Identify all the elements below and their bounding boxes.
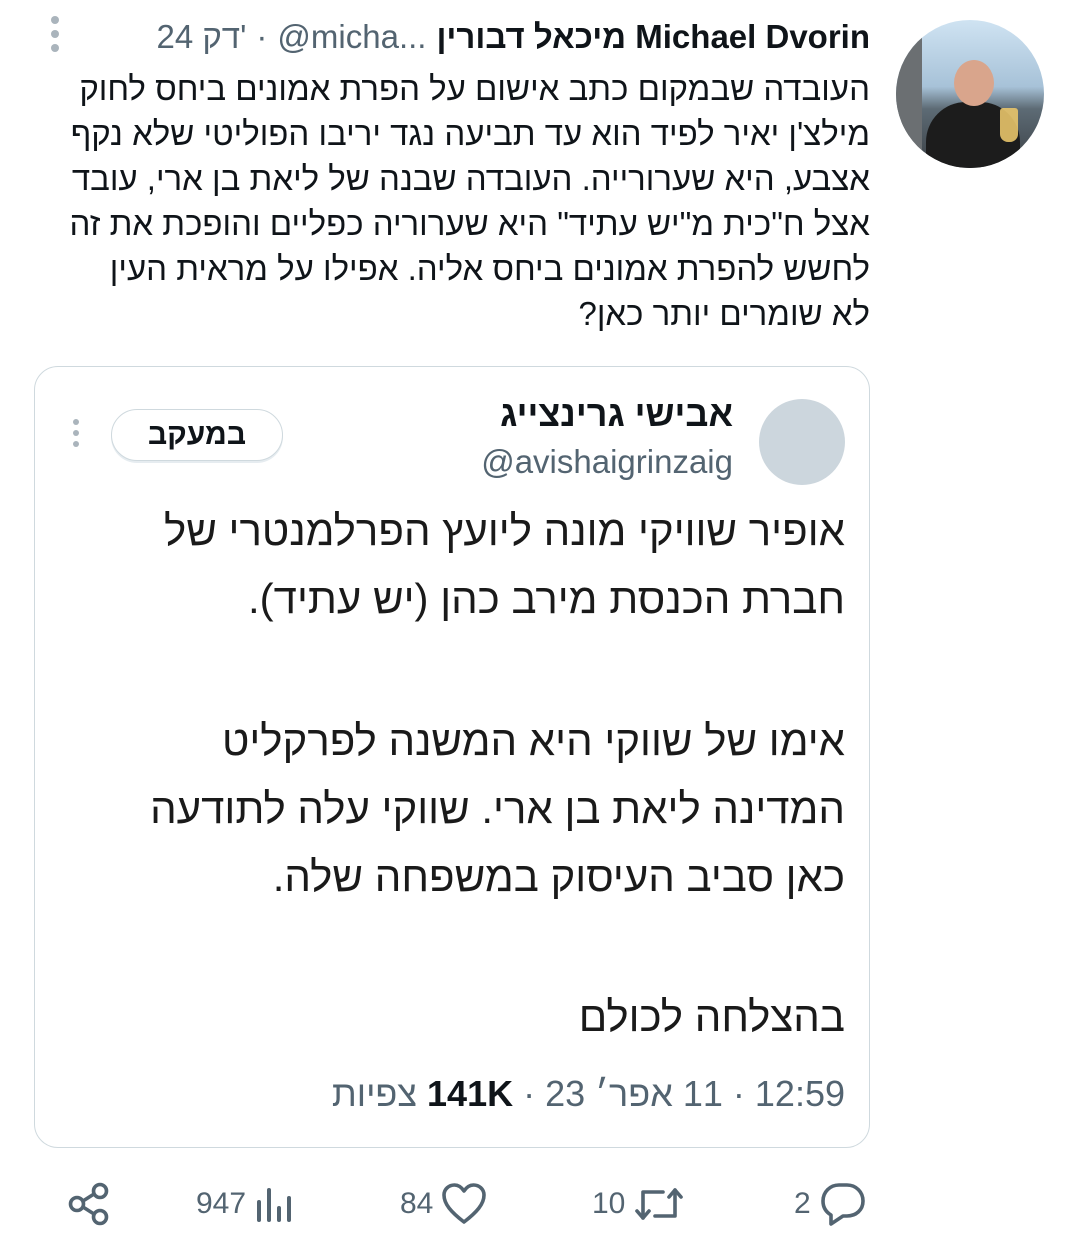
views-button[interactable]: 947 bbox=[196, 1172, 294, 1236]
quoted-paragraph: בהצלחה לכולם bbox=[65, 983, 845, 1051]
tweet-line: לא שומרים יותר כאן? bbox=[578, 295, 870, 332]
quoted-line: בהצלחה לכולם bbox=[578, 993, 845, 1040]
quoted-date: 11 אפר׳ 23 bbox=[545, 1073, 723, 1114]
like-icon bbox=[442, 1183, 487, 1224]
tweet-line: אצבע, היא שערורייה. העובדה שבנה של ליאת … bbox=[71, 160, 870, 197]
like-count: 84 bbox=[400, 1187, 434, 1220]
retweet-icon bbox=[635, 1188, 684, 1220]
tweet-line: לחשש להפרת אמונים ביחס אליה. אפילו על מר… bbox=[109, 250, 870, 287]
quoted-author-handle[interactable]: @avishaigrinzaig bbox=[481, 443, 733, 481]
tweet-time[interactable]: 24 דק' bbox=[156, 18, 246, 56]
quoted-meta: 12:59 · 11 אפר׳ 23 · 141K צפיות bbox=[332, 1073, 845, 1115]
reply-button[interactable]: 2 bbox=[794, 1172, 867, 1236]
tweet-text: העובדה שבמקום כתב אישום על הפרת אמונים ב… bbox=[40, 66, 870, 336]
quoted-author-name[interactable]: אבישי גרינצייג bbox=[500, 393, 733, 435]
quoted-paragraph: אימו של שווקי היא המשנה לפרקליט המדינה ל… bbox=[65, 707, 845, 911]
meta-separator: · bbox=[732, 1073, 745, 1114]
quoted-line: כאן סביב העיסוק במשפחה שלה. bbox=[272, 853, 845, 900]
quoted-tweet[interactable]: אבישי גרינצייג @avishaigrinzaig במעקב או… bbox=[34, 366, 870, 1148]
quoted-line: אימו של שווקי היא המשנה לפרקליט bbox=[221, 717, 845, 764]
tweet-line: מילצ'ן יאיר לפיד הוא עד תביעה נגד יריבו … bbox=[70, 115, 870, 152]
quoted-time: 12:59 bbox=[754, 1073, 845, 1114]
quoted-more-icon[interactable] bbox=[71, 419, 81, 455]
tweet-header: מיכאל דבורין Michael Dvorin @micha... · … bbox=[156, 14, 870, 60]
quoted-paragraph: אופיר שוויקי מונה ליועץ הפרלמנטרי של חבר… bbox=[65, 497, 845, 633]
quoted-views-count: 141K bbox=[427, 1073, 514, 1114]
views-count: 947 bbox=[196, 1187, 247, 1220]
retweet-count: 10 bbox=[592, 1187, 626, 1220]
meta-separator: · bbox=[523, 1073, 536, 1114]
retweet-button[interactable]: 10 bbox=[592, 1172, 685, 1236]
following-button[interactable]: במעקב bbox=[111, 409, 283, 461]
quoted-author-avatar[interactable] bbox=[759, 399, 845, 485]
quoted-line: המדינה ליאת בן ארי. שווקי עלה לתודעה bbox=[150, 785, 845, 832]
action-bar: 947 84 10 2 bbox=[0, 1172, 1080, 1236]
reply-count: 2 bbox=[794, 1187, 811, 1220]
tweet-line: אצל ח"כית מ"יש עתיד" היא שערוריה כפליים … bbox=[69, 205, 870, 242]
meta-separator: · bbox=[256, 18, 268, 55]
share-icon bbox=[68, 1182, 109, 1226]
author-handle[interactable]: @micha... bbox=[277, 18, 426, 56]
author-name[interactable]: מיכאל דבורין Michael Dvorin bbox=[436, 18, 870, 56]
more-options-icon[interactable] bbox=[48, 16, 62, 56]
views-icon bbox=[257, 1188, 292, 1222]
quoted-line: אופיר שוויקי מונה ליועץ הפרלמנטרי של bbox=[163, 507, 845, 554]
share-button[interactable] bbox=[66, 1172, 112, 1236]
quoted-views-label: צפיות bbox=[331, 1073, 418, 1114]
reply-icon bbox=[820, 1183, 865, 1226]
quoted-line: חברת הכנסת מירב כהן (יש עתיד). bbox=[248, 575, 845, 622]
like-button[interactable]: 84 bbox=[400, 1172, 487, 1236]
tweet-line: העובדה שבמקום כתב אישום על הפרת אמונים ב… bbox=[79, 70, 870, 107]
author-avatar[interactable] bbox=[896, 20, 1044, 168]
